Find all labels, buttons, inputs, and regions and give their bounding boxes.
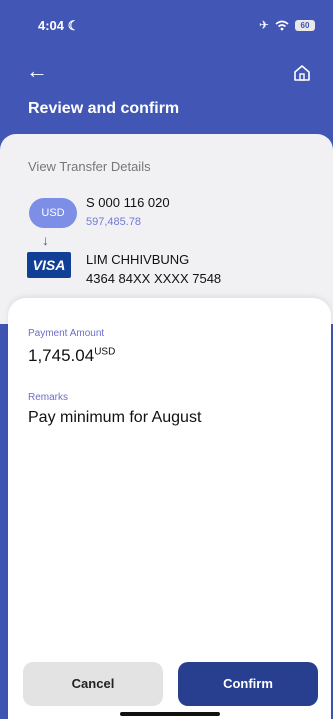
payment-amount: 1,745.04USD (28, 346, 115, 366)
status-time: 4:04 (38, 18, 65, 33)
view-transfer-details-label[interactable]: View Transfer Details (28, 159, 151, 174)
battery-icon: 60 (295, 19, 315, 31)
wifi-icon (275, 20, 289, 30)
payment-sheet: Payment Amount 1,745.04USD Remarks Pay m… (8, 298, 331, 719)
visa-logo: VISA (27, 252, 71, 278)
remarks-value: Pay minimum for August (28, 409, 202, 426)
payment-currency: USD (94, 346, 116, 358)
arrow-down-icon: ↓ (42, 232, 49, 248)
home-icon[interactable] (293, 64, 311, 82)
remarks-label: Remarks (28, 392, 69, 403)
back-arrow-icon[interactable]: ← (26, 60, 48, 82)
header: 4:04 ☾ ✈ 60 ← Review and confirm (0, 0, 333, 150)
payment-amount-label: Payment Amount (28, 328, 105, 339)
payment-amount-value: 1,745.04 (28, 346, 95, 365)
card-number: 4364 84XX XXXX 7548 (86, 271, 222, 286)
cancel-button[interactable]: Cancel (23, 662, 163, 706)
from-account-balance: 597,485.78 (86, 216, 142, 228)
from-account-number: S 000 116 020 (86, 195, 170, 210)
home-indicator (120, 712, 220, 716)
confirm-button[interactable]: Confirm (178, 662, 318, 706)
status-icons: ✈ 60 (259, 18, 315, 32)
airplane-icon: ✈ (258, 18, 269, 32)
moon-icon: ☾ (67, 18, 80, 33)
page-title: Review and confirm (28, 100, 180, 117)
transfer-details: View Transfer Details USD S 000 116 020 … (0, 134, 333, 324)
card-holder-name: LIM CHHIVBUNG (86, 252, 190, 267)
currency-badge: USD (29, 198, 77, 228)
